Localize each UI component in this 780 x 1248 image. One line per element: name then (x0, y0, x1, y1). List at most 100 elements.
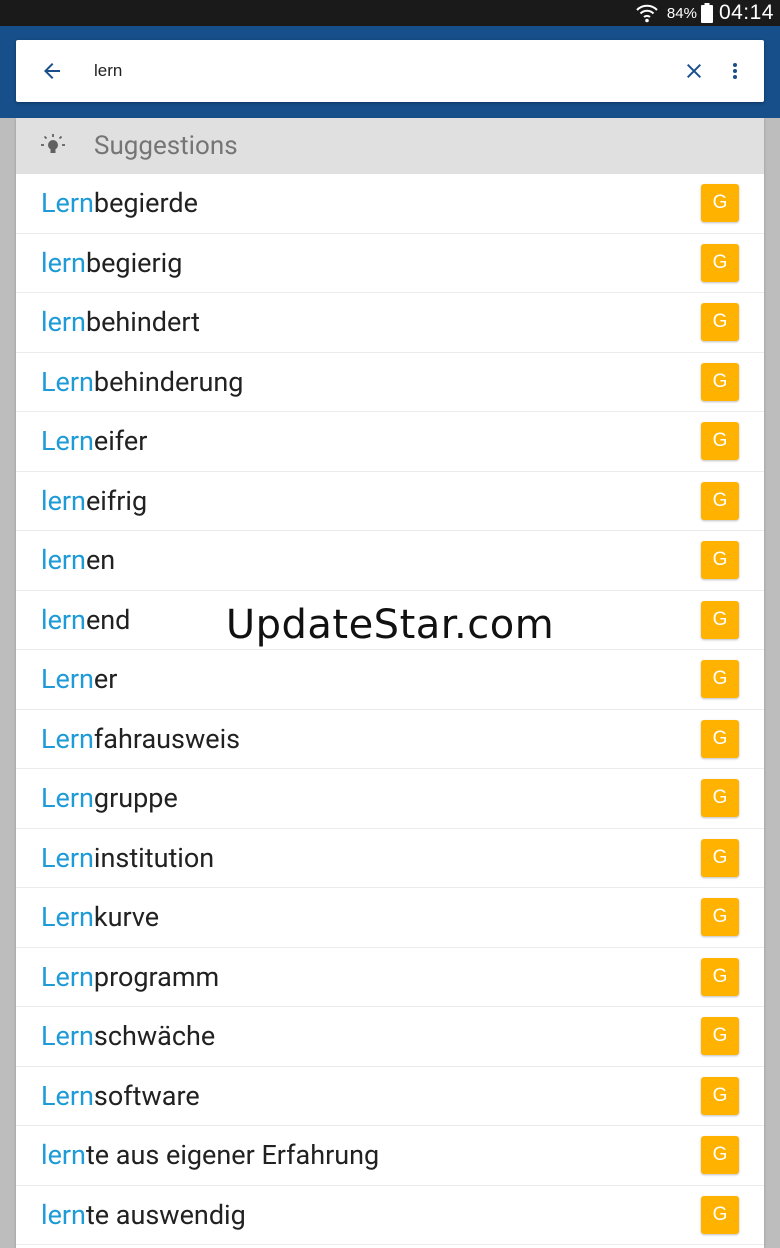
google-search-button[interactable]: G (701, 362, 739, 401)
suggestions-title: Suggestions (94, 131, 238, 161)
suggestion-item[interactable]: Lernsoftware G (16, 1067, 764, 1126)
suggestion-rest: gruppe (93, 782, 178, 815)
google-search-button[interactable]: G (701, 184, 739, 223)
suggestion-item[interactable]: Lerninstitution G (16, 829, 764, 888)
suggestion-match: lern (41, 1139, 86, 1172)
search-bar (16, 40, 764, 102)
google-search-button[interactable]: G (701, 303, 739, 342)
suggestion-rest: eifrig (85, 484, 148, 517)
suggestion-word: lernte auswendig (41, 1199, 246, 1231)
suggestion-match: lern (41, 246, 86, 279)
suggestion-item[interactable]: Lernschwäche G (16, 1007, 764, 1067)
suggestion-word: Lernschwäche (41, 1020, 215, 1052)
suggestion-rest: fahrausweis (93, 722, 241, 755)
suggestion-rest: end (85, 603, 131, 636)
google-search-button[interactable]: G (701, 422, 739, 461)
suggestions-header: Suggestions (16, 118, 764, 174)
suggestion-match: Lern (41, 901, 94, 934)
suggestion-item[interactable]: Lernbehinderung G (16, 353, 764, 412)
suggestion-rest: er (93, 663, 118, 696)
suggestion-item[interactable]: Lernkurve G (16, 888, 764, 948)
suggestion-item[interactable]: Lernfahrausweis G (16, 710, 764, 769)
close-icon[interactable] (682, 59, 706, 83)
google-search-button[interactable]: G (701, 779, 739, 818)
suggestion-word: Lernprogramm (41, 961, 219, 993)
suggestion-item[interactable]: Lernprogramm G (16, 948, 764, 1007)
suggestion-match: Lern (41, 425, 94, 458)
suggestion-item[interactable]: lerneifrig G (16, 472, 764, 531)
suggestion-match: lern (41, 306, 86, 339)
wifi-icon (636, 4, 658, 23)
suggestion-word: Lernfahrausweis (41, 723, 240, 755)
google-search-button[interactable]: G (701, 541, 739, 580)
suggestion-rest: begierde (93, 187, 198, 220)
suggestion-list: Lernbegierde Glernbegierig Glernbehindert G… (16, 174, 764, 1245)
suggestion-item[interactable]: lernen G (16, 531, 764, 591)
search-input[interactable] (94, 40, 634, 102)
google-search-button[interactable]: G (701, 600, 739, 639)
lightbulb-icon (41, 134, 65, 153)
suggestion-word: Lerneifer (41, 425, 147, 457)
suggestion-match: Lern (41, 663, 94, 696)
suggestion-match: Lern (41, 782, 94, 815)
suggestion-item[interactable]: Lernbegierde G (16, 174, 764, 234)
suggestion-item[interactable]: lernbehindert G (16, 293, 764, 353)
suggestion-rest: te auswendig (85, 1198, 246, 1231)
suggestion-word: Lerngruppe (41, 782, 178, 814)
google-search-button[interactable]: G (701, 243, 739, 282)
suggestion-word: lerneifrig (41, 485, 147, 517)
suggestion-item[interactable]: Lerngruppe G (16, 769, 764, 829)
suggestion-match: lern (41, 1198, 86, 1231)
suggestion-rest: software (93, 1079, 200, 1112)
google-search-button[interactable]: G (701, 1076, 739, 1115)
suggestion-match: lern (41, 544, 86, 577)
suggestion-word: lernbegierig (41, 247, 182, 279)
battery-percent: 84% (666, 4, 697, 22)
google-search-button[interactable]: G (701, 481, 739, 520)
suggestion-word: lernen (41, 544, 115, 576)
suggestion-match: lern (41, 484, 86, 517)
suggestion-word: Lernbegierde (41, 187, 198, 219)
google-search-button[interactable]: G (701, 838, 739, 877)
suggestion-match: lern (41, 603, 86, 636)
suggestion-word: Lerninstitution (41, 842, 214, 874)
suggestion-item[interactable]: lernend G (16, 591, 764, 650)
suggestion-rest: institution (93, 841, 215, 874)
suggestion-word: lernte aus eigener Erfahrung (41, 1139, 379, 1171)
suggestion-word: Lernkurve (41, 901, 159, 933)
google-search-button[interactable]: G (701, 660, 739, 699)
suggestion-match: Lern (41, 841, 94, 874)
battery-icon (700, 3, 713, 23)
suggestion-rest: begierig (85, 246, 183, 279)
suggestion-rest: te aus eigener Erfahrung (85, 1139, 380, 1172)
suggestion-item[interactable]: lernte aus eigener Erfahrung G (16, 1126, 764, 1186)
suggestion-match: Lern (41, 1020, 94, 1053)
suggestion-word: Lernsoftware (41, 1080, 200, 1112)
google-search-button[interactable]: G (701, 1136, 739, 1175)
status-bar: 84% 04:14 (0, 0, 780, 26)
google-search-button[interactable]: G (701, 1017, 739, 1056)
suggestion-word: Lerner (41, 663, 117, 695)
suggestion-item[interactable]: lernbegierig G (16, 234, 764, 293)
suggestion-rest: behinderung (93, 365, 244, 398)
suggestion-match: Lern (41, 722, 94, 755)
more-vert-icon[interactable] (728, 59, 742, 83)
suggestion-rest: en (85, 544, 116, 577)
suggestion-item[interactable]: Lerner G (16, 650, 764, 710)
google-search-button[interactable]: G (701, 719, 739, 758)
suggestion-item[interactable]: Lerneifer G (16, 412, 764, 472)
google-search-button[interactable]: G (701, 898, 739, 937)
arrow-left-icon[interactable] (40, 59, 64, 83)
suggestion-word: lernbehindert (41, 306, 200, 338)
suggestion-rest: eifer (93, 425, 148, 458)
suggestion-item[interactable]: lernte auswendig G (16, 1186, 764, 1245)
suggestion-rest: schwäche (93, 1020, 216, 1053)
clock: 04:14 (718, 1, 774, 24)
app-bar (0, 26, 780, 118)
suggestion-rest: programm (93, 960, 220, 993)
suggestion-rest: kurve (93, 901, 160, 934)
suggestion-match: Lern (41, 1079, 94, 1112)
google-search-button[interactable]: G (701, 957, 739, 996)
google-search-button[interactable]: G (701, 1195, 739, 1234)
suggestion-match: Lern (41, 365, 94, 398)
